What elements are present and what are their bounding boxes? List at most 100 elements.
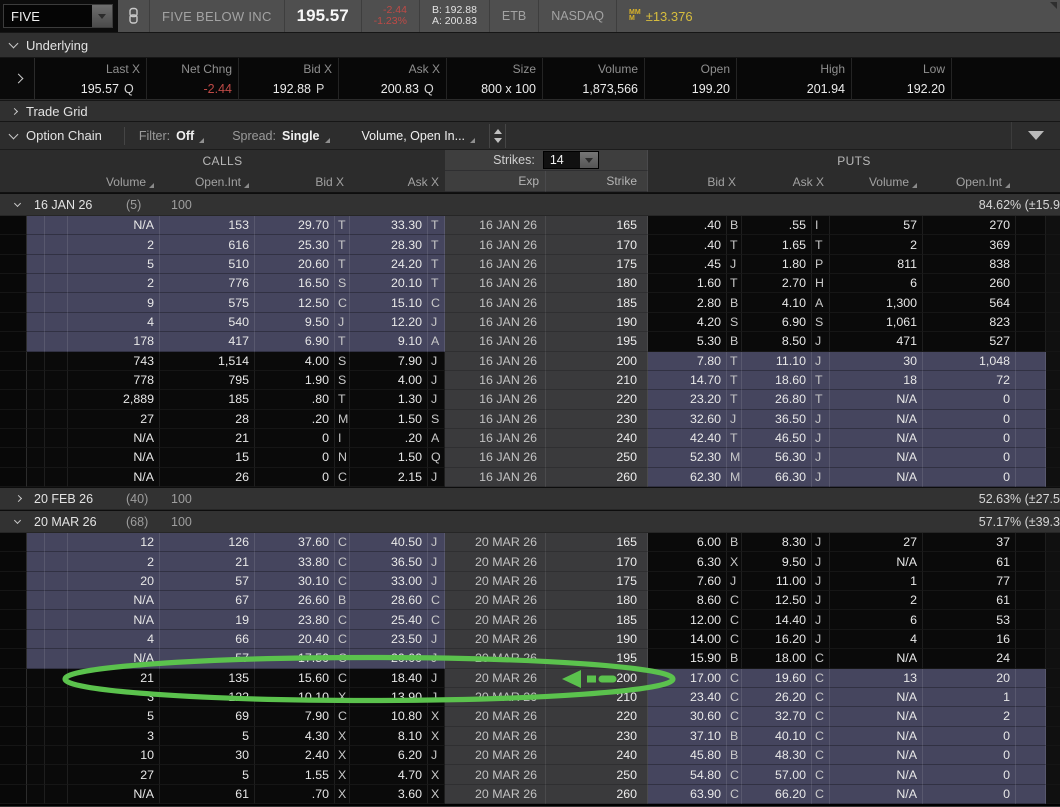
put-volume-cell[interactable]: 13 bbox=[830, 669, 923, 688]
call-ask-cell[interactable]: 18.40 bbox=[350, 669, 428, 688]
strike-cell[interactable]: 230 bbox=[546, 727, 648, 746]
call-volume-cell[interactable]: N/A bbox=[68, 591, 160, 610]
expiration-cell[interactable]: 20 MAR 26 bbox=[445, 727, 546, 746]
puts-ask-header[interactable]: Ask X bbox=[742, 171, 830, 192]
put-bid-cell[interactable]: 32.60 bbox=[648, 410, 727, 429]
call-ask-cell[interactable]: 20.00 bbox=[350, 649, 428, 668]
strike-cell[interactable]: 250 bbox=[546, 448, 648, 467]
put-openint-cell[interactable]: 77 bbox=[923, 572, 1016, 591]
call-ask-cell[interactable]: 1.50 bbox=[350, 410, 428, 429]
scrollbar-track[interactable] bbox=[1046, 255, 1060, 274]
call-openint-cell[interactable]: 57 bbox=[160, 572, 255, 591]
put-ask-cell[interactable]: 4.10 bbox=[742, 293, 812, 312]
call-bid-cell[interactable]: 9.50 bbox=[255, 313, 335, 332]
call-ask-cell[interactable]: 28.30 bbox=[350, 235, 428, 254]
put-ask-cell[interactable]: 26.20 bbox=[742, 688, 812, 707]
call-bid-cell[interactable]: .20 bbox=[255, 410, 335, 429]
put-ask-cell[interactable]: 11.00 bbox=[742, 572, 812, 591]
put-volume-cell[interactable]: 1,300 bbox=[830, 293, 923, 312]
put-openint-cell[interactable]: 1,048 bbox=[923, 352, 1016, 371]
put-ask-cell[interactable]: 18.60 bbox=[742, 371, 812, 390]
call-openint-cell[interactable]: 69 bbox=[160, 707, 255, 726]
scrollbar-track[interactable] bbox=[1046, 313, 1060, 332]
strike-header[interactable]: Strike bbox=[546, 171, 648, 192]
put-openint-cell[interactable]: 260 bbox=[923, 274, 1016, 293]
put-bid-cell[interactable]: 45.80 bbox=[648, 746, 727, 765]
put-openint-cell[interactable]: 61 bbox=[923, 552, 1016, 571]
put-volume-cell[interactable]: N/A bbox=[830, 746, 923, 765]
call-volume-cell[interactable]: 27 bbox=[68, 410, 160, 429]
put-volume-cell[interactable]: 471 bbox=[830, 332, 923, 351]
call-bid-cell[interactable]: .70 bbox=[255, 785, 335, 804]
call-ask-cell[interactable]: 1.50 bbox=[350, 448, 428, 467]
expiration-cell[interactable]: 16 JAN 26 bbox=[445, 235, 546, 254]
call-ask-cell[interactable]: 10.80 bbox=[350, 707, 428, 726]
call-bid-cell[interactable]: 0 bbox=[255, 448, 335, 467]
underlying-last[interactable]: 195.57Q bbox=[35, 79, 147, 100]
expiration-cell[interactable]: 20 MAR 26 bbox=[445, 533, 546, 552]
put-ask-cell[interactable]: 66.30 bbox=[742, 468, 812, 487]
col-header-last[interactable]: Last X bbox=[35, 58, 147, 79]
call-volume-cell[interactable]: 178 bbox=[68, 332, 160, 351]
scrollbar-track[interactable] bbox=[1046, 649, 1060, 668]
call-volume-cell[interactable]: 27 bbox=[68, 765, 160, 784]
call-bid-cell[interactable]: 20.40 bbox=[255, 630, 335, 649]
strikes-dropdown-button[interactable] bbox=[580, 152, 598, 168]
put-volume-cell[interactable]: 57 bbox=[830, 216, 923, 235]
put-bid-cell[interactable]: 37.10 bbox=[648, 727, 727, 746]
scrollbar-track[interactable] bbox=[1046, 669, 1060, 688]
put-bid-cell[interactable]: 4.20 bbox=[648, 313, 727, 332]
symbol-value[interactable]: FIVE bbox=[4, 9, 92, 24]
strike-cell[interactable]: 240 bbox=[546, 429, 648, 448]
call-openint-cell[interactable]: 5 bbox=[160, 727, 255, 746]
put-volume-cell[interactable]: N/A bbox=[830, 727, 923, 746]
call-ask-cell[interactable]: 28.60 bbox=[350, 591, 428, 610]
expiration-cell[interactable]: 16 JAN 26 bbox=[445, 448, 546, 467]
put-volume-cell[interactable]: N/A bbox=[830, 785, 923, 804]
call-ask-cell[interactable]: 7.90 bbox=[350, 352, 428, 371]
call-openint-cell[interactable]: 30 bbox=[160, 746, 255, 765]
expiration-group-header[interactable]: 16 JAN 26(5)10084.62% (±15.9 bbox=[0, 193, 1060, 216]
strike-cell[interactable]: 175 bbox=[546, 572, 648, 591]
put-volume-cell[interactable]: N/A bbox=[830, 688, 923, 707]
call-openint-cell[interactable]: 122 bbox=[160, 688, 255, 707]
strike-cell[interactable]: 180 bbox=[546, 591, 648, 610]
put-bid-cell[interactable]: .45 bbox=[648, 255, 727, 274]
put-ask-cell[interactable]: 56.30 bbox=[742, 448, 812, 467]
col-header-netchng[interactable]: Net Chng bbox=[147, 58, 239, 79]
col-header-volume[interactable]: Volume bbox=[543, 58, 645, 79]
col-header-size[interactable]: Size bbox=[447, 58, 543, 79]
call-openint-cell[interactable]: 15 bbox=[160, 448, 255, 467]
call-ask-cell[interactable]: 20.10 bbox=[350, 274, 428, 293]
put-volume-cell[interactable]: 2 bbox=[830, 591, 923, 610]
scrollbar-track[interactable] bbox=[1046, 352, 1060, 371]
scrollbar-track[interactable] bbox=[1046, 552, 1060, 571]
scrollbar-track[interactable] bbox=[1046, 410, 1060, 429]
spread-dropdown[interactable]: Spread: Single bbox=[218, 122, 343, 149]
call-volume-cell[interactable]: 778 bbox=[68, 371, 160, 390]
strike-cell[interactable]: 220 bbox=[546, 707, 648, 726]
call-ask-cell[interactable]: 4.00 bbox=[350, 371, 428, 390]
put-openint-cell[interactable]: 0 bbox=[923, 765, 1016, 784]
put-ask-cell[interactable]: 1.80 bbox=[742, 255, 812, 274]
strike-cell[interactable]: 190 bbox=[546, 630, 648, 649]
strike-cell[interactable]: 195 bbox=[546, 332, 648, 351]
layout-dropdown[interactable]: Volume, Open In... bbox=[344, 122, 490, 149]
call-openint-cell[interactable]: 1,514 bbox=[160, 352, 255, 371]
call-bid-cell[interactable]: 0 bbox=[255, 468, 335, 487]
call-openint-cell[interactable]: 135 bbox=[160, 669, 255, 688]
call-bid-cell[interactable]: 26.60 bbox=[255, 591, 335, 610]
call-openint-cell[interactable]: 26 bbox=[160, 468, 255, 487]
call-ask-cell[interactable]: 25.40 bbox=[350, 610, 428, 629]
strike-cell[interactable]: 185 bbox=[546, 610, 648, 629]
put-volume-cell[interactable]: N/A bbox=[830, 390, 923, 409]
call-ask-cell[interactable]: 9.10 bbox=[350, 332, 428, 351]
call-volume-cell[interactable]: N/A bbox=[68, 649, 160, 668]
expiration-cell[interactable]: 20 MAR 26 bbox=[445, 707, 546, 726]
call-openint-cell[interactable]: 795 bbox=[160, 371, 255, 390]
call-bid-cell[interactable]: 37.60 bbox=[255, 533, 335, 552]
expiration-cell[interactable]: 16 JAN 26 bbox=[445, 332, 546, 351]
put-bid-cell[interactable]: 62.30 bbox=[648, 468, 727, 487]
expiration-cell[interactable]: 16 JAN 26 bbox=[445, 352, 546, 371]
call-bid-cell[interactable]: 29.70 bbox=[255, 216, 335, 235]
